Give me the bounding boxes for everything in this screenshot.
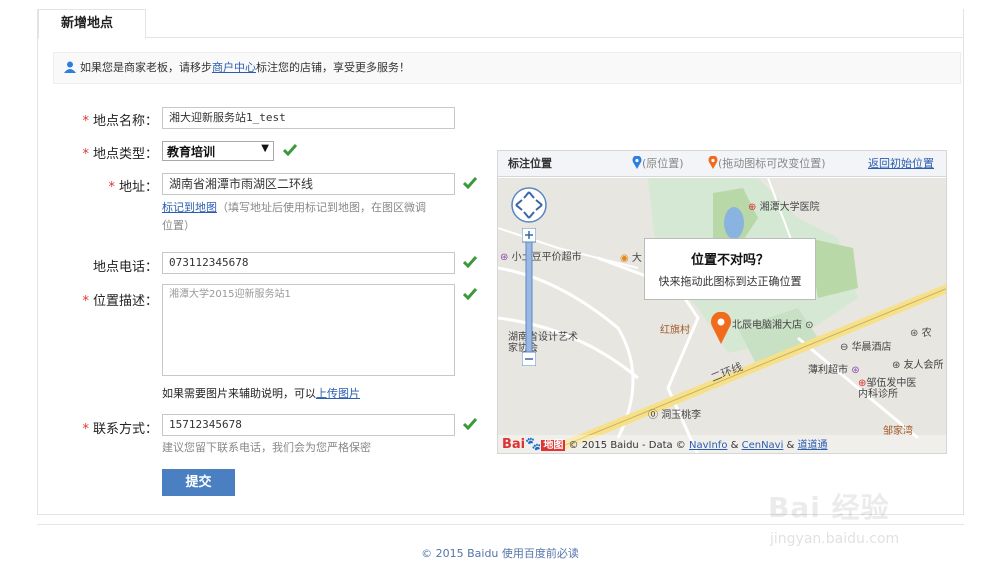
address-input[interactable]: 湖南省湘潭市雨湖区二环线 [162,173,455,195]
map-label-nong: ⊛ 农 [910,328,932,339]
tip-prefix: 如果您是商家老板，请移步 [80,61,212,74]
map-canvas[interactable]: ⊕ 湘潭大学医院 ⊛ 小土豆平价超市 ◉ 大 红旗村 北辰电脑湘大店 ⊙ ⊛ 农… [498,178,946,453]
watermark-logo: Bai 经验 [768,491,890,524]
draggable-pin-icon[interactable] [710,312,732,344]
desc-textarea[interactable]: 湘潭大学2015迎新服务站1 [162,284,455,376]
popup-title: 位置不对吗？ [690,253,769,268]
blue-pin-icon [632,155,642,169]
footer-text[interactable]: © 2015 Baidu 使用百度前必读 [0,545,1000,561]
map-label-design: 湖南省设计艺术家协会 [508,332,578,354]
contact-input[interactable]: 15712345678 [162,414,455,436]
map-label-hongqi: 红旗村 [660,325,690,336]
check-icon [283,144,297,156]
contact-label: * 联系方式： [82,422,158,437]
daodaotong-link[interactable]: 道道通 [798,440,828,451]
check-icon [463,256,477,268]
submit-button[interactable]: 提交 [162,469,235,496]
cennavi-link[interactable]: CenNavi [742,440,784,451]
name-input[interactable]: 湘大迎新服务站1_test [162,107,455,129]
type-label: * 地点类型： [82,147,158,162]
merchant-tip: 如果您是商家老板，请移步商户中心标注您的店铺，享受更多服务！ [53,52,961,84]
map-label-supermarket: ⊛ 小土豆平价超市 [500,252,582,263]
user-icon [64,61,76,73]
map-label-boli: 薄利超市 ⊛ [808,365,860,376]
orange-pin-icon [708,155,718,169]
check-icon [463,177,477,189]
name-label: * 地点名称： [82,114,158,129]
pan-control[interactable] [510,186,548,224]
tab-bar: 新增地点 [37,9,964,39]
map-label-dongyu: ⓪ 洞玉桃李 [648,410,702,421]
check-icon [463,418,477,430]
desc-label: * 位置描述： [82,294,158,309]
map-label-youren: ⊛ 友人会所 [892,360,944,371]
zoom-control[interactable] [522,228,536,366]
navinfo-link[interactable]: NavInfo [689,440,727,451]
baidu-logo: Bai🐾 地图 [502,437,566,452]
map-label-store: 北辰电脑湘大店 ⊙ [732,320,814,331]
wrong-position-popup: 位置不对吗？ 快来拖动此图标到达正确位置 [644,238,816,300]
chevron-down-icon: ▼ [261,143,269,154]
contact-helper: 建议您留下联系电话，我们会为您严格保密 [162,441,371,454]
address-label: * 地址： [108,180,158,195]
map-header: 标注位置 (原位置) (拖动图标可改变位置) 返回初始位置 [498,151,946,177]
map-title: 标注位置 [508,157,552,170]
map-label-da: ◉ 大 [620,253,642,264]
upload-image-link[interactable]: 上传图片 [316,387,360,400]
tip-suffix: 标注您的店铺，享受更多服务！ [256,61,410,74]
map-label-clinic: ⊕邹伍发中医内科诊所 [858,378,917,400]
mark-on-map-link[interactable]: 标记到地图 [162,201,217,214]
check-icon [463,288,477,300]
address-helper: 标记到地图（填写地址后使用标记到地图，在图区微调位置） [162,201,426,232]
map-panel: 标注位置 (原位置) (拖动图标可改变位置) 返回初始位置 ⊕ 湘潭大学医院 ⊛… [497,150,947,454]
popup-subtitle: 快来拖动此图标到达正确位置 [658,275,802,288]
map-label-hotel: ⊖ 华晨酒店 [840,342,892,353]
phone-input[interactable]: 073112345678 [162,252,455,274]
map-copyright: Bai🐾 地图 © 2015 Baidu - Data © NavInfo & C… [498,435,946,453]
upload-note: 如果需要图片来辅助说明，可以上传图片 [162,387,360,400]
phone-label: 地点电话： [92,260,158,275]
type-select[interactable]: 教育培训 ▼ [162,141,274,161]
legend-drag: (拖动图标可改变位置) [708,151,826,177]
watermark-url: jingyan.baidu.com [770,531,900,547]
map-label-hospital: ⊕ 湘潭大学医院 [748,202,820,213]
tab-new-place[interactable]: 新增地点 [38,9,146,39]
legend-original: (原位置) [632,151,684,177]
merchant-center-link[interactable]: 商户中心 [212,61,256,74]
reset-position-link[interactable]: 返回初始位置 [868,151,934,177]
